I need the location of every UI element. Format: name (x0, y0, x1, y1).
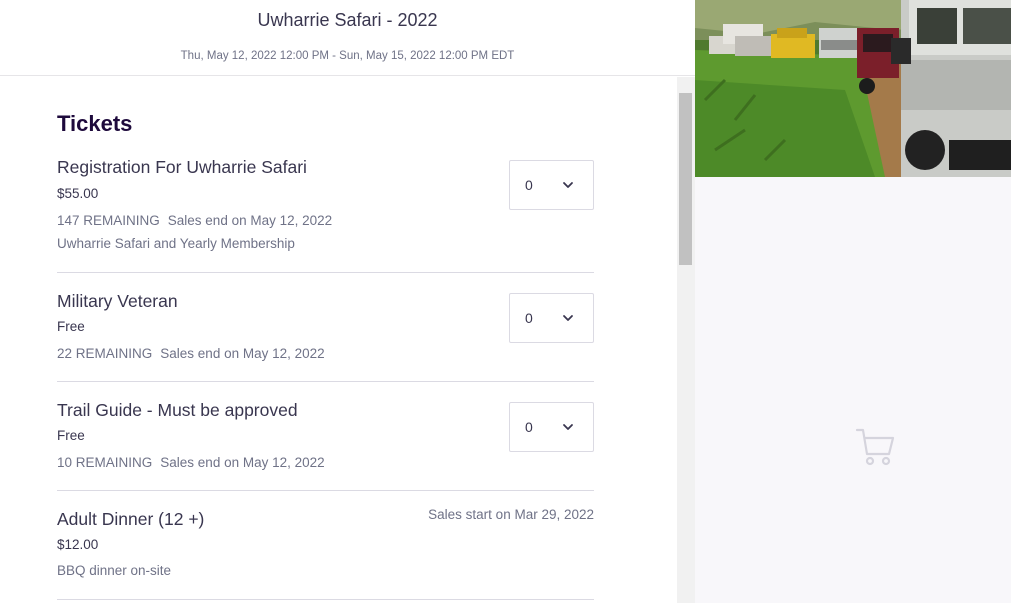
tickets-heading: Tickets (57, 111, 133, 136)
ticket-description: BBQ dinner on-site (57, 563, 172, 578)
chevron-down-icon (563, 424, 573, 430)
checkout-panel: Uwharrie Safari - 2022 Thu, May 12, 2022… (0, 0, 695, 603)
quantity-select[interactable]: 0 (509, 160, 594, 210)
ticket-sales-start: Sales start on Mar 29, 2022 (428, 507, 594, 522)
event-dates: Thu, May 12, 2022 12:00 PM - Sun, May 15… (180, 50, 515, 62)
ticket-meta: 10 REMAINING Sales end on May 12, 2022 (57, 455, 325, 470)
chevron-down-icon (563, 315, 573, 321)
ticket-meta: 147 REMAINING Sales end on May 12, 2022 (57, 213, 332, 228)
quantity-value: 0 (525, 177, 533, 193)
event-header: Uwharrie Safari - 2022 Thu, May 12, 2022… (0, 0, 695, 76)
ticket-name: Military Veteran (57, 291, 178, 311)
ticket-meta: 22 REMAINING Sales end on May 12, 2022 (57, 346, 325, 361)
ticket-sales-end: Sales end on May 12, 2022 (160, 346, 325, 361)
ticket-item-registration: Registration For Uwharrie Safari $55.00 … (57, 157, 594, 273)
ticket-remaining: 10 REMAINING (57, 455, 153, 470)
ticket-remaining: 22 REMAINING (57, 346, 153, 361)
quantity-select[interactable]: 0 (509, 293, 594, 343)
ticket-name: Adult Dinner (12 +) (57, 509, 205, 529)
ticket-price: Free (57, 428, 85, 443)
quantity-value: 0 (525, 419, 533, 435)
shopping-cart-icon (855, 428, 895, 466)
ticket-description: Uwharrie Safari and Yearly Membership (57, 236, 295, 251)
ticket-sales-end: Sales end on May 12, 2022 (167, 213, 333, 228)
ticket-name: Registration For Uwharrie Safari (57, 157, 307, 177)
ticket-item-military-veteran: Military Veteran Free 22 REMAINING Sales … (57, 291, 594, 382)
ticket-price: $12.00 (57, 537, 99, 552)
chevron-down-icon (563, 182, 573, 188)
ticket-price: $55.00 (57, 186, 99, 201)
ticket-item-adult-dinner: Adult Dinner (12 +) $12.00 BBQ dinner on… (57, 507, 594, 600)
order-summary-panel (695, 0, 1011, 603)
quantity-select[interactable]: 0 (509, 402, 594, 452)
ticket-sales-end: Sales end on May 12, 2022 (160, 455, 325, 470)
ticket-list-region: Tickets Registration For Uwharrie Safari… (0, 77, 677, 603)
event-image (695, 0, 1011, 177)
event-title: Uwharrie Safari - 2022 (257, 10, 438, 30)
scrollbar[interactable] (677, 77, 695, 603)
ticket-price: Free (57, 319, 85, 334)
quantity-value: 0 (525, 310, 533, 326)
ticket-remaining: 147 REMAINING (57, 213, 160, 228)
ticket-name: Trail Guide - Must be approved (57, 400, 298, 420)
ticket-item-trail-guide: Trail Guide - Must be approved Free 10 R… (57, 400, 594, 491)
event-photo-jeeps (695, 0, 1011, 177)
scrollbar-thumb[interactable] (679, 93, 692, 265)
